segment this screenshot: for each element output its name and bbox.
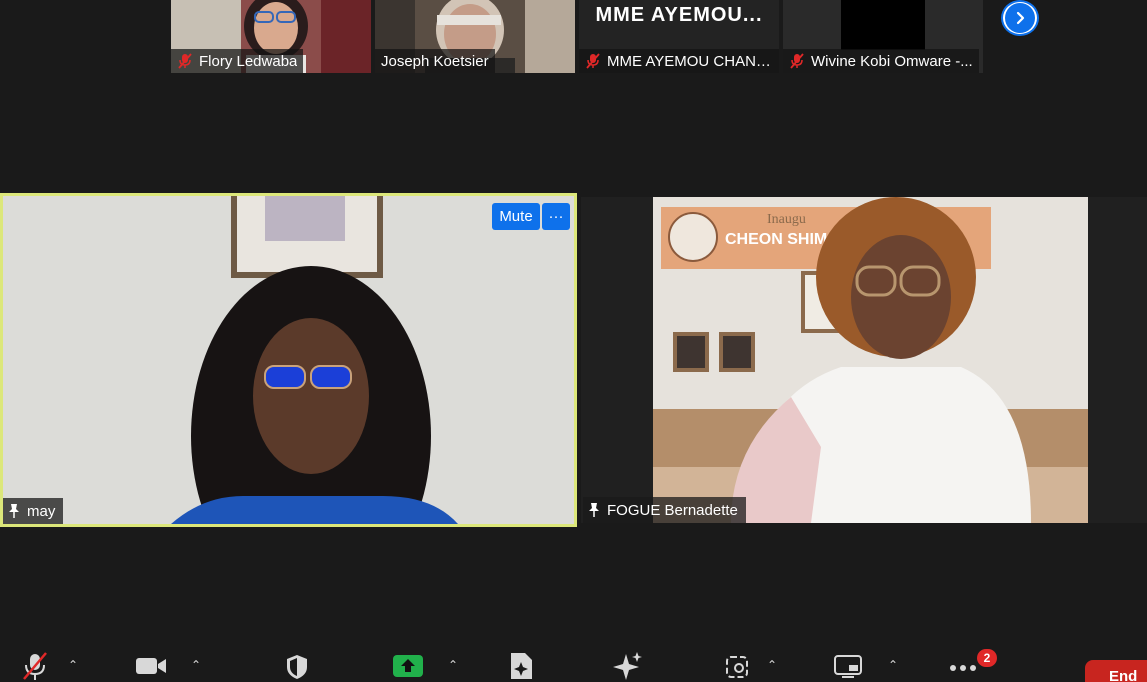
pin-icon: [589, 503, 599, 517]
notification-badge: 2: [977, 649, 997, 667]
mic-muted-icon[interactable]: [22, 652, 48, 680]
gallery-next-page-button[interactable]: [1001, 0, 1039, 36]
gallery-tile-wivine[interactable]: Wivine Kobi Omware -...: [783, 0, 983, 73]
mic-muted-icon: [586, 53, 600, 69]
participant-name-tag: Flory Ledwaba: [171, 49, 304, 73]
mic-muted-icon: [178, 53, 192, 69]
ai-companion-icon[interactable]: [612, 651, 644, 681]
poster-caption: Inaugu: [767, 212, 806, 227]
active-speaker-video-may[interactable]: Mute ··· may: [0, 193, 577, 527]
participant-name: Flory Ledwaba: [199, 52, 298, 70]
participant-display-name: MME AYEMOU...: [595, 4, 763, 26]
view-options-caret[interactable]: ⌃: [888, 658, 898, 672]
whiteboard-icon[interactable]: [508, 652, 534, 680]
share-options-caret[interactable]: ⌃: [448, 658, 458, 672]
participant-video: [841, 0, 925, 50]
end-meeting-button[interactable]: End: [1085, 660, 1147, 682]
mute-participant-button[interactable]: Mute: [492, 203, 540, 230]
zoom-meeting-window: Flory Ledwaba Joseph Koetsier MME AYEMOU…: [0, 0, 1147, 682]
video-camera-icon[interactable]: [135, 656, 167, 676]
participant-name-tag: Wivine Kobi Omware -...: [783, 49, 979, 73]
participant-name-tag: FOGUE Bernadette: [583, 497, 746, 523]
participant-name-tag: MME AYEMOU CHANT...: [579, 49, 779, 73]
view-icon[interactable]: [834, 655, 862, 679]
participant-name: Joseph Koetsier: [381, 52, 489, 70]
apps-options-caret[interactable]: ⌃: [767, 658, 777, 672]
video-options-caret[interactable]: ⌃: [191, 658, 201, 672]
more-options-button[interactable]: ···: [542, 203, 570, 230]
more-icon[interactable]: [949, 664, 977, 672]
participant-name-tag: Joseph Koetsier: [375, 49, 495, 73]
share-screen-icon[interactable]: [393, 655, 423, 677]
audio-options-caret[interactable]: ⌃: [68, 658, 78, 672]
participant-video: [3, 196, 574, 524]
apps-icon[interactable]: [725, 655, 749, 679]
participant-name: may: [27, 502, 56, 520]
participant-name-tag: may: [3, 498, 64, 524]
gallery-tile-ayemou[interactable]: MME AYEMOU... MME AYEMOU CHANT...: [579, 0, 779, 73]
participant-name: Wivine Kobi Omware -...: [811, 52, 973, 70]
participant-video: CHEON SHIM Inaugu: [581, 197, 1147, 523]
pin-icon: [9, 504, 19, 518]
participant-name: MME AYEMOU CHANT...: [607, 52, 773, 70]
participant-video-fogue[interactable]: CHEON SHIM Inaugu FOGUE Bernadette: [581, 197, 1147, 523]
poster-text: CHEON SHIM: [725, 231, 827, 248]
meeting-toolbar: ⌃ ⌃ ⌃ ⌃ ⌃ 2: [0, 640, 1147, 682]
mic-muted-icon: [790, 53, 804, 69]
security-shield-icon[interactable]: [285, 654, 309, 680]
gallery-tile-joseph[interactable]: Joseph Koetsier: [375, 0, 575, 73]
gallery-tile-flory[interactable]: Flory Ledwaba: [171, 0, 371, 73]
chevron-right-icon: [1016, 11, 1025, 25]
participant-name: FOGUE Bernadette: [607, 501, 738, 519]
